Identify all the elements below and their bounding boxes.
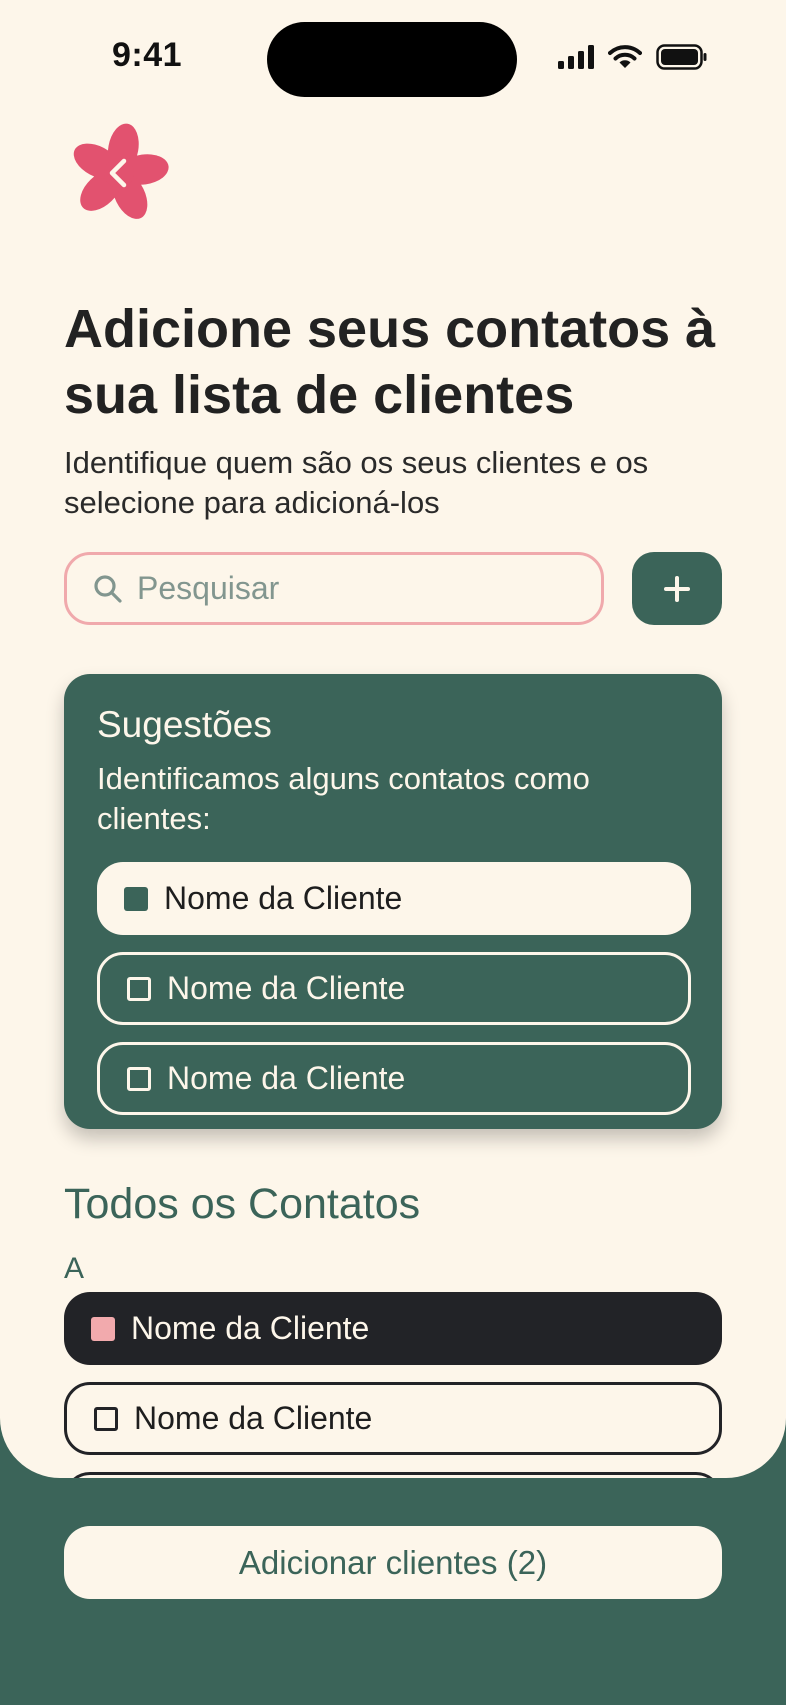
contact-item[interactable] bbox=[64, 1472, 722, 1478]
cellular-signal-icon bbox=[558, 45, 594, 69]
suggestions-description: Identificamos alguns contatos como clien… bbox=[97, 761, 590, 836]
status-icons bbox=[558, 44, 708, 70]
suggestion-item[interactable]: Nome da Cliente bbox=[97, 1042, 691, 1115]
suggestion-item[interactable]: Nome da Cliente bbox=[97, 862, 691, 935]
wifi-icon bbox=[608, 45, 642, 68]
checkbox-checked[interactable] bbox=[124, 886, 148, 911]
add-clients-button[interactable]: Adicionar clientes (2) bbox=[64, 1526, 722, 1599]
contact-item[interactable]: Nome da Cliente bbox=[64, 1382, 722, 1455]
checkbox-unchecked[interactable] bbox=[94, 1406, 118, 1431]
dynamic-island bbox=[267, 22, 517, 97]
battery-icon bbox=[656, 44, 707, 70]
suggestion-item-label: Nome da Cliente bbox=[167, 1060, 406, 1096]
contacts-title: Todos os Contatos bbox=[64, 1180, 421, 1228]
suggestions-card: Sugestões Identificamos alguns contatos … bbox=[64, 674, 722, 1129]
plus-icon bbox=[664, 575, 690, 602]
group-letter: A bbox=[64, 1252, 85, 1285]
search-input[interactable] bbox=[135, 569, 559, 608]
checkbox-checked[interactable] bbox=[91, 1316, 115, 1341]
search-icon bbox=[94, 574, 122, 603]
contact-item-label: Nome da Cliente bbox=[134, 1400, 373, 1436]
suggestions-title: Sugestões bbox=[97, 704, 272, 745]
page-subtitle: Identifique quem são os seus clientes e … bbox=[64, 445, 649, 520]
search-field[interactable] bbox=[64, 552, 604, 625]
content-sheet: 9:41 Adicione seus contatos à sua lista … bbox=[0, 0, 786, 1478]
suggestion-item-label: Nome da Cliente bbox=[167, 970, 406, 1006]
suggestion-item[interactable]: Nome da Cliente bbox=[97, 952, 691, 1025]
suggestion-item-label: Nome da Cliente bbox=[164, 880, 403, 916]
back-button[interactable] bbox=[66, 120, 172, 226]
add-contact-button[interactable] bbox=[632, 552, 722, 625]
page-title: Adicione seus contatos à sua lista de cl… bbox=[64, 299, 716, 425]
checkbox-unchecked[interactable] bbox=[127, 976, 151, 1001]
flower-back-icon bbox=[73, 123, 169, 219]
status-time: 9:41 bbox=[112, 36, 183, 74]
contact-item-label: Nome da Cliente bbox=[131, 1310, 370, 1346]
checkbox-unchecked[interactable] bbox=[127, 1066, 151, 1091]
contact-item[interactable]: Nome da Cliente bbox=[64, 1292, 722, 1365]
